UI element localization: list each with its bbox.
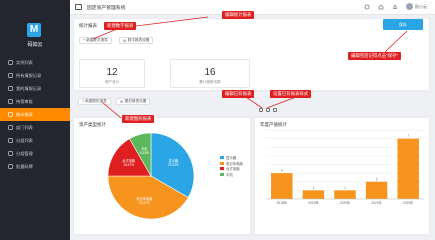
callout-save-hint: 编辑完后记得点击"保存" bbox=[348, 52, 402, 60]
callout-set-style: 设置已有报表样式 bbox=[270, 90, 312, 98]
callout-edit-stats: 编辑统计报表 bbox=[222, 11, 255, 19]
callout-new-chart: 新建图形报表 bbox=[122, 115, 155, 123]
callout-arrows bbox=[92, 16, 408, 119]
callout-edit-existing: 编辑已有报表 bbox=[222, 90, 255, 98]
callout-new-numeric: 新建数字报表 bbox=[104, 22, 137, 30]
